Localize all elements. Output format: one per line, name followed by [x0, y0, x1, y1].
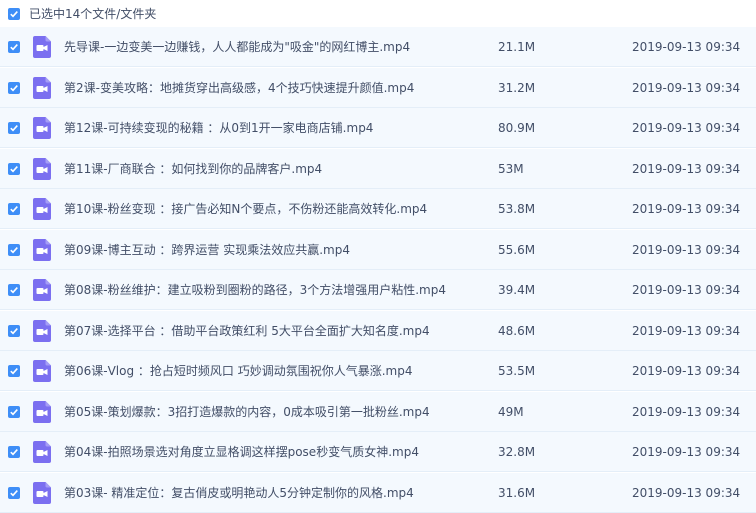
video-file-icon — [33, 117, 51, 139]
file-checkbox[interactable] — [8, 244, 20, 256]
file-checkbox[interactable] — [8, 446, 20, 458]
checkmark-icon — [10, 287, 18, 294]
file-size: 31.6M — [498, 486, 536, 500]
checkmark-icon — [10, 125, 18, 132]
file-date: 2019-09-13 09:34 — [632, 364, 741, 378]
file-checkbox[interactable] — [8, 163, 20, 175]
file-checkbox[interactable] — [8, 82, 20, 94]
file-checkbox[interactable] — [8, 365, 20, 377]
checkmark-icon — [10, 409, 18, 416]
file-name[interactable]: 第2课-变美攻略：地摊货穿出高级感，4个技巧快速提升颜值.mp4 — [64, 68, 414, 108]
video-file-icon — [33, 36, 51, 58]
file-checkbox[interactable] — [8, 41, 20, 53]
file-size: 32.8M — [498, 445, 536, 459]
file-date: 2019-09-13 09:34 — [632, 121, 741, 135]
file-date: 2019-09-13 09:34 — [632, 283, 741, 297]
file-size: 31.2M — [498, 81, 536, 95]
file-row[interactable]: 先导课-一边变美一边赚钱，人人都能成为"吸金"的网红博主.mp4 21.1M 201… — [0, 27, 756, 67]
file-row[interactable]: 第06课-Vlog ：抢占短时频风口 巧妙调动氛围祝你人气暴涨.mp4 53.5M… — [0, 351, 756, 391]
file-size: 80.9M — [498, 121, 536, 135]
file-name[interactable]: 第07课-选择平台 ：借助平台政策红利 5大平台全面扩大知名度.mp4 — [64, 311, 430, 351]
select-all-checkbox[interactable] — [8, 7, 20, 20]
file-name[interactable]: 第10课-粉丝变现 ：接广告必知N个要点，不伤粉还能高效转化.mp4 — [64, 189, 427, 229]
checkmark-icon — [10, 368, 18, 375]
checkmark-icon — [10, 166, 18, 173]
file-row[interactable]: 第05课-策划爆款：3招打造爆款的内容，0成本吸引第一批粉丝.mp4 49M 201… — [0, 392, 756, 432]
file-size: 39.4M — [498, 283, 536, 297]
video-file-icon — [33, 482, 51, 504]
video-file-icon — [33, 239, 51, 261]
file-name[interactable]: 第08课-粉丝维护：建立吸粉到圈粉的路径，3个方法增强用户粘性.mp4 — [64, 270, 446, 310]
file-name[interactable]: 第03课- 精准定位：复古俏皮或明艳动人5分钟定制你的风格.mp4 — [64, 473, 414, 513]
file-checkbox[interactable] — [8, 122, 20, 134]
file-date: 2019-09-13 09:34 — [632, 40, 741, 54]
file-name[interactable]: 第12课-可持续变现的秘籍 ：从0到1开一家电商店铺.mp4 — [64, 108, 373, 148]
video-file-icon — [33, 320, 51, 342]
file-row[interactable]: 第11课-厂商联合 ：如何找到你的品牌客户.mp4 53M 2019-09-13 0… — [0, 149, 756, 189]
file-row[interactable]: 第07课-选择平台 ：借助平台政策红利 5大平台全面扩大知名度.mp4 48.6M… — [0, 311, 756, 351]
file-date: 2019-09-13 09:34 — [632, 81, 741, 95]
file-row[interactable]: 第04课-拍照场景选对角度立显格调这样摆pose秒变气质女神.mp4 32.8M 2… — [0, 432, 756, 472]
video-file-icon — [33, 401, 51, 423]
file-name[interactable]: 第11课-厂商联合 ：如何找到你的品牌客户.mp4 — [64, 149, 322, 189]
file-date: 2019-09-13 09:34 — [632, 445, 741, 459]
file-row[interactable]: 第09课-博主互动 ：跨界运营 实现乘法效应共赢.mp4 55.6M 2019-09… — [0, 230, 756, 270]
video-file-icon — [33, 360, 51, 382]
video-file-icon — [33, 279, 51, 301]
file-name[interactable]: 第06课-Vlog ：抢占短时频风口 巧妙调动氛围祝你人气暴涨.mp4 — [64, 351, 413, 391]
video-file-icon — [33, 441, 51, 463]
file-size: 48.6M — [498, 324, 536, 338]
checkmark-icon — [10, 328, 18, 335]
file-checkbox[interactable] — [8, 406, 20, 418]
file-name[interactable]: 先导课-一边变美一边赚钱，人人都能成为"吸金"的网红博主.mp4 — [64, 27, 410, 67]
file-size: 21.1M — [498, 40, 536, 54]
file-date: 2019-09-13 09:34 — [632, 162, 741, 176]
checkmark-icon — [10, 247, 18, 254]
video-file-icon — [33, 77, 51, 99]
file-size: 49M — [498, 405, 524, 419]
file-checkbox[interactable] — [8, 203, 20, 215]
file-row[interactable]: 第12课-可持续变现的秘籍 ：从0到1开一家电商店铺.mp4 80.9M 2019-… — [0, 108, 756, 148]
file-date: 2019-09-13 09:34 — [632, 405, 741, 419]
file-size: 53.5M — [498, 364, 536, 378]
file-row[interactable]: 第10课-粉丝变现 ：接广告必知N个要点，不伤粉还能高效转化.mp4 53.8M 2… — [0, 189, 756, 229]
file-name[interactable]: 第09课-博主互动 ：跨界运营 实现乘法效应共赢.mp4 — [64, 230, 350, 270]
selection-count-label: 已选中14个文件/文件夹 — [29, 7, 157, 21]
file-checkbox[interactable] — [8, 487, 20, 499]
file-date: 2019-09-13 09:34 — [632, 202, 741, 216]
file-row[interactable]: 第2课-变美攻略：地摊货穿出高级感，4个技巧快速提升颜值.mp4 31.2M 201… — [0, 68, 756, 108]
file-size: 53M — [498, 162, 524, 176]
checkmark-icon — [10, 490, 18, 497]
checkmark-icon — [10, 449, 18, 456]
file-row[interactable]: 第03课- 精准定位：复古俏皮或明艳动人5分钟定制你的风格.mp4 31.6M 20… — [0, 473, 756, 513]
file-date: 2019-09-13 09:34 — [632, 486, 741, 500]
file-checkbox[interactable] — [8, 284, 20, 296]
file-row[interactable]: 第08课-粉丝维护：建立吸粉到圈粉的路径，3个方法增强用户粘性.mp4 39.4M… — [0, 270, 756, 310]
file-name[interactable]: 第04课-拍照场景选对角度立显格调这样摆pose秒变气质女神.mp4 — [64, 432, 419, 472]
selection-header: 已选中14个文件/文件夹 — [0, 0, 756, 27]
file-date: 2019-09-13 09:34 — [632, 324, 741, 338]
file-checkbox[interactable] — [8, 325, 20, 337]
file-size: 53.8M — [498, 202, 536, 216]
video-file-icon — [33, 198, 51, 220]
file-date: 2019-09-13 09:34 — [632, 243, 741, 257]
checkmark-icon — [10, 44, 18, 51]
checkmark-icon — [10, 206, 18, 213]
checkmark-icon — [10, 85, 18, 92]
video-file-icon — [33, 158, 51, 180]
file-size: 55.6M — [498, 243, 536, 257]
file-name[interactable]: 第05课-策划爆款：3招打造爆款的内容，0成本吸引第一批粉丝.mp4 — [64, 392, 430, 432]
checkmark-icon — [10, 10, 18, 17]
